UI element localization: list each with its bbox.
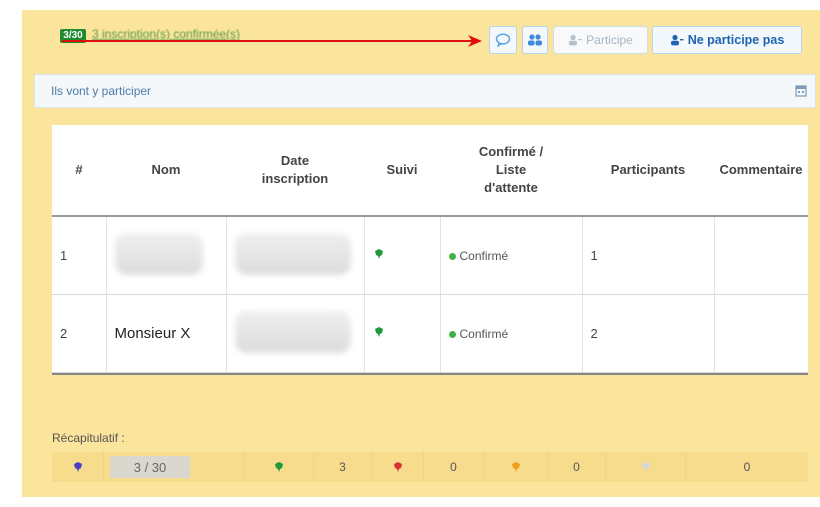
participe-label: Participe — [586, 33, 633, 47]
participants-table: # Nom Date inscription Suivi Confirmé / … — [52, 125, 808, 375]
status-text: Confirmé — [459, 327, 509, 341]
comment-button[interactable] — [489, 26, 517, 54]
col-header-conf-line2: Liste — [495, 162, 527, 177]
col-header-follow: Suivi — [364, 125, 440, 217]
row-comment — [714, 294, 808, 373]
summary-grey-count: 0 — [743, 460, 751, 474]
row-comment — [714, 216, 808, 295]
row-participants: 2 — [582, 294, 715, 373]
summary-grey-icon-cell — [606, 452, 686, 482]
not-participate-button[interactable]: Ne participe pas — [652, 26, 802, 54]
status-dot — [448, 253, 456, 261]
status-text: Confirmé — [459, 249, 509, 263]
row-number: 1 — [52, 216, 107, 295]
col-header-comment: Commentaire — [714, 125, 808, 217]
status-dot — [448, 331, 456, 339]
purple-pin-icon — [73, 462, 82, 472]
row-follow — [364, 216, 441, 295]
calendar-icon[interactable] — [795, 84, 807, 97]
row-date — [226, 294, 365, 373]
row-number: 2 — [52, 294, 107, 373]
grey-pin-icon — [641, 462, 650, 472]
user-plus-icon — [569, 34, 582, 46]
summary-red-icon-cell — [372, 452, 424, 482]
summary-row: 3 / 30 3 0 0 0 — [52, 452, 808, 482]
col-header-conf-line1: Confirmé / — [478, 144, 544, 159]
table-header-row: # Nom Date inscription Suivi Confirmé / … — [52, 125, 808, 217]
col-header-conf-line3: d'attente — [484, 180, 538, 195]
summary-label: Récapitulatif : — [52, 431, 125, 445]
registration-count-link[interactable]: 3 inscription(s) confirmée(s) — [92, 27, 240, 41]
row-follow — [364, 294, 441, 373]
annotation-arrow-line — [62, 40, 472, 42]
participe-button[interactable]: Participe — [553, 26, 648, 54]
summary-green-icon-cell — [244, 452, 314, 482]
summary-total: 3 / 30 — [110, 456, 190, 478]
col-header-date-line1: Date — [280, 153, 310, 168]
orange-pin-icon — [511, 462, 520, 472]
col-header-participants: Participants — [582, 125, 714, 217]
row-name: Monsieur X — [106, 294, 227, 373]
summary-orange-count: 0 — [548, 452, 606, 482]
green-pin-icon[interactable] — [373, 248, 385, 260]
users-icon — [528, 34, 542, 46]
col-header-date-line2: inscription — [261, 171, 329, 186]
row-status: Confirmé — [440, 294, 583, 373]
not-participate-label: Ne participe pas — [687, 33, 785, 47]
summary-green-count: 3 — [314, 452, 372, 482]
section-title: Ils vont y participer — [51, 84, 152, 98]
col-header-confirmed: Confirmé / Liste d'attente — [440, 125, 582, 217]
row-date — [226, 216, 365, 295]
table-row[interactable]: 1 Confirmé 1 — [52, 216, 808, 295]
redacted-date — [234, 233, 351, 275]
col-header-date: Date inscription — [226, 125, 364, 217]
group-button[interactable] — [522, 26, 548, 54]
col-header-number: # — [52, 125, 106, 217]
redacted-name — [114, 233, 203, 275]
user-minus-icon — [670, 34, 684, 46]
red-pin-icon — [393, 462, 402, 472]
row-participants: 1 — [582, 216, 715, 295]
table-row[interactable]: 2 Monsieur X Confirmé 2 — [52, 294, 808, 373]
summary-red-count: 0 — [424, 452, 484, 482]
annotation-arrow-head — [468, 35, 482, 47]
col-header-name: Nom — [106, 125, 226, 217]
green-pin-icon[interactable] — [373, 326, 385, 338]
summary-orange-icon-cell — [484, 452, 548, 482]
row-name — [106, 216, 227, 295]
participants-section-header: Ils vont y participer — [34, 74, 816, 108]
event-panel: 3/30 3 inscription(s) confirmée(s) Parti… — [22, 10, 820, 497]
green-pin-icon — [274, 462, 283, 472]
summary-purple-cell — [52, 452, 104, 482]
redacted-date — [234, 311, 351, 353]
summary-total-cell: 3 / 30 — [104, 452, 244, 482]
row-status: Confirmé — [440, 216, 583, 295]
speech-bubble-icon — [495, 33, 511, 47]
